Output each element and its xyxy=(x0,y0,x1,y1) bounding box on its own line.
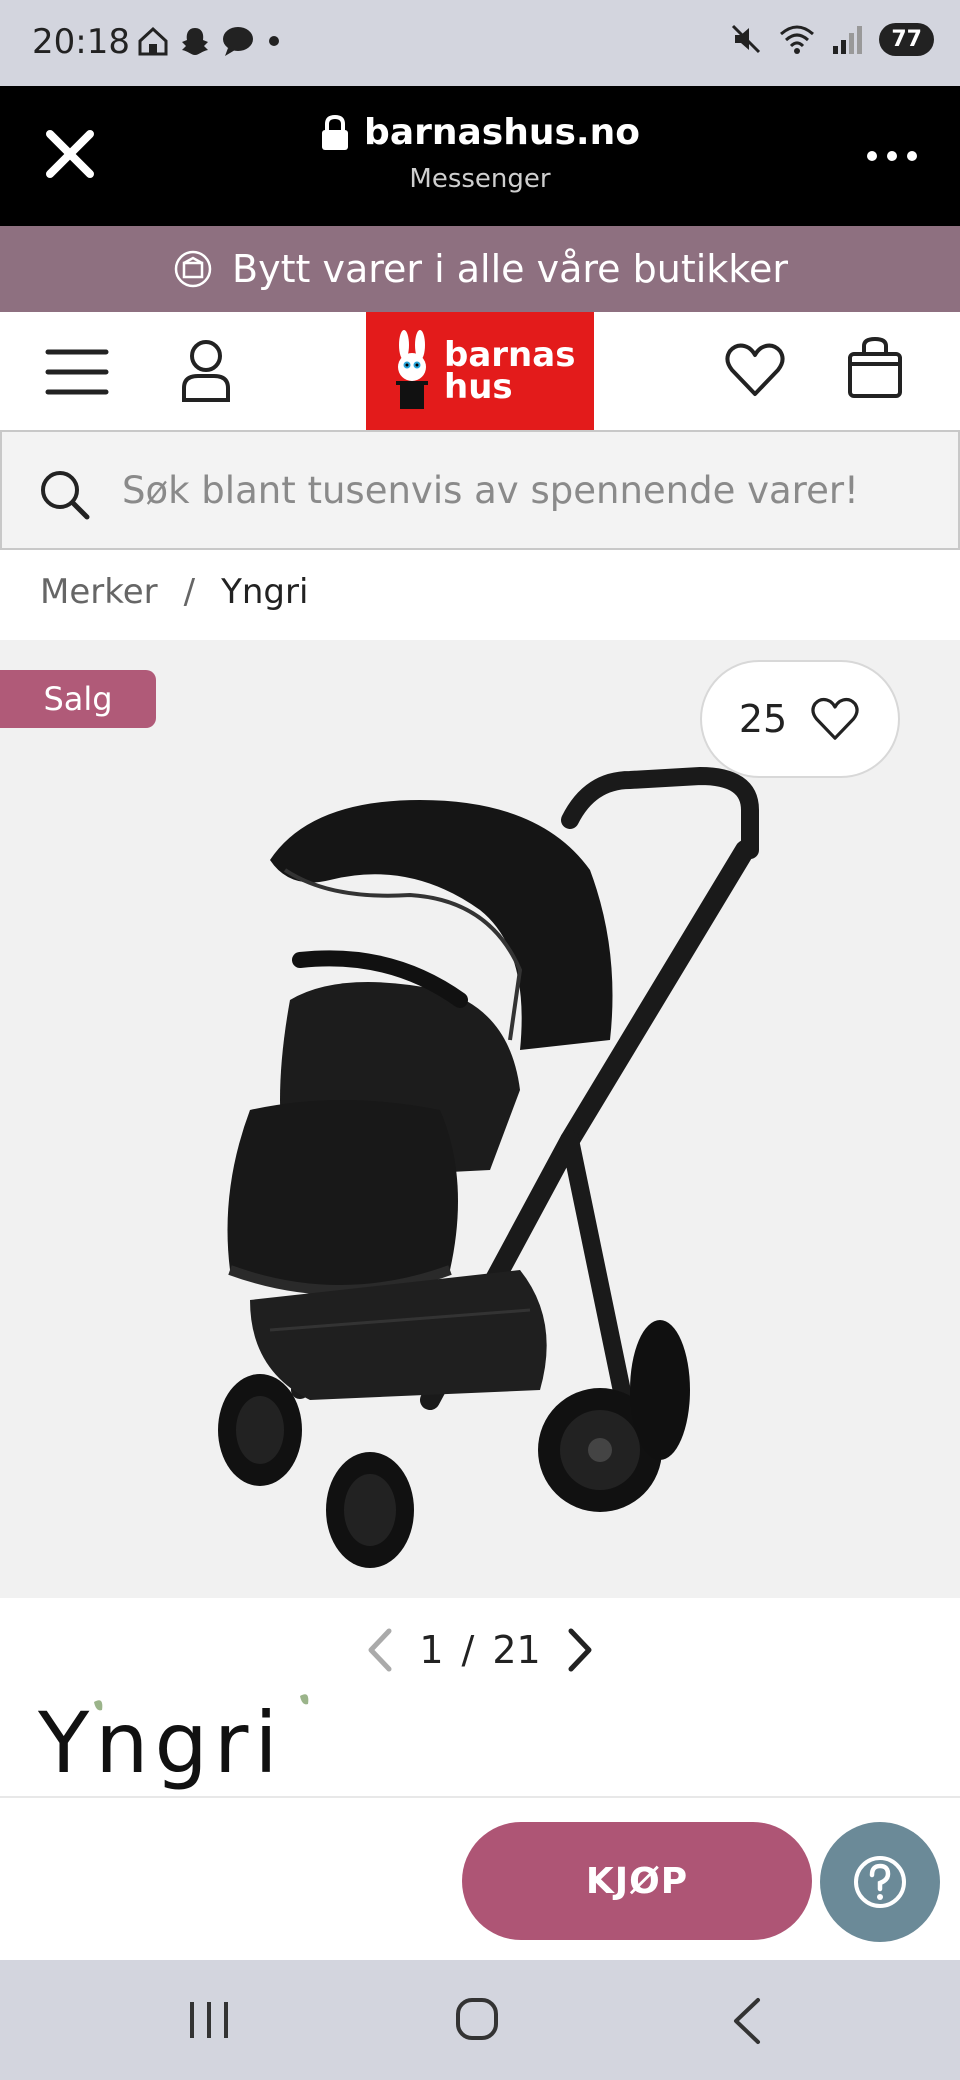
promo-banner[interactable]: Bytt varer i alle våre butikker xyxy=(0,226,960,312)
brand-logo-text: Yngri xyxy=(38,1694,284,1790)
sale-badge: Salg xyxy=(0,670,156,728)
pager-current: 1 xyxy=(419,1628,444,1672)
gallery-pager: 1 / 21 xyxy=(0,1598,960,1702)
chevron-right-icon[interactable] xyxy=(559,1625,599,1675)
breadcrumb: Merker / Yngri xyxy=(40,572,308,612)
account-icon[interactable] xyxy=(178,336,234,404)
status-time: 20:18 xyxy=(32,22,130,62)
status-notification-icons xyxy=(136,24,284,58)
search-bar xyxy=(0,430,960,550)
product-image-stroller xyxy=(218,766,759,1568)
bunny-hat-icon xyxy=(396,330,428,409)
pager-separator: / xyxy=(461,1628,475,1672)
logo-wordmark: barnas hus xyxy=(444,338,575,407)
logo-line2: hus xyxy=(444,367,513,407)
recent-apps-icon[interactable] xyxy=(186,1998,232,2042)
breadcrumb-item-merker[interactable]: Merker xyxy=(40,572,158,612)
promo-text: Bytt varer i alle våre butikker xyxy=(232,247,788,291)
question-mark-icon xyxy=(854,1856,906,1908)
wishlist-heart-icon[interactable] xyxy=(724,340,786,400)
breadcrumb-separator: / xyxy=(183,572,196,612)
more-options-icon[interactable] xyxy=(862,136,922,176)
menu-icon[interactable] xyxy=(44,342,110,402)
heart-icon xyxy=(811,697,859,740)
in-app-browser-header: barnashus.no Messenger xyxy=(0,86,960,226)
bottom-action-bar: KJØP xyxy=(0,1796,960,1960)
chat-bubble-icon xyxy=(223,27,253,56)
site-header: barnas hus xyxy=(0,312,960,430)
status-bar: 20:18 77 xyxy=(0,0,960,86)
lock-icon xyxy=(322,114,349,150)
site-logo[interactable]: barnas hus xyxy=(366,312,594,430)
browser-subtitle: Messenger xyxy=(409,163,551,194)
snapchat-icon xyxy=(182,28,208,55)
breadcrumb-item-yngri[interactable]: Yngri xyxy=(221,572,308,612)
mute-icon xyxy=(732,24,761,54)
home-icon xyxy=(138,26,168,56)
signal-icon xyxy=(833,26,863,54)
battery-indicator: 77 xyxy=(879,22,934,56)
browser-address: barnashus.no Messenger xyxy=(0,112,960,194)
buy-button[interactable]: KJØP xyxy=(462,1822,812,1940)
brand-logo-yngri[interactable]: Yngri xyxy=(38,1690,318,1790)
search-icon[interactable] xyxy=(38,468,90,520)
pager-total: 21 xyxy=(492,1628,541,1672)
search-input[interactable] xyxy=(122,458,922,522)
dot-icon xyxy=(269,36,279,46)
product-gallery[interactable]: Salg 25 xyxy=(0,640,960,1598)
wifi-icon xyxy=(780,25,815,54)
exchange-box-icon xyxy=(174,250,212,288)
status-system-icons: 77 xyxy=(729,22,934,56)
back-icon[interactable] xyxy=(730,1996,764,2046)
help-button[interactable] xyxy=(820,1822,940,1942)
shopping-bag-icon[interactable] xyxy=(846,336,904,400)
system-navigation-bar xyxy=(0,1960,960,2080)
chevron-left-icon[interactable] xyxy=(361,1625,401,1675)
browser-domain-text: barnashus.no xyxy=(364,112,640,153)
home-button-icon[interactable] xyxy=(454,1994,500,2044)
